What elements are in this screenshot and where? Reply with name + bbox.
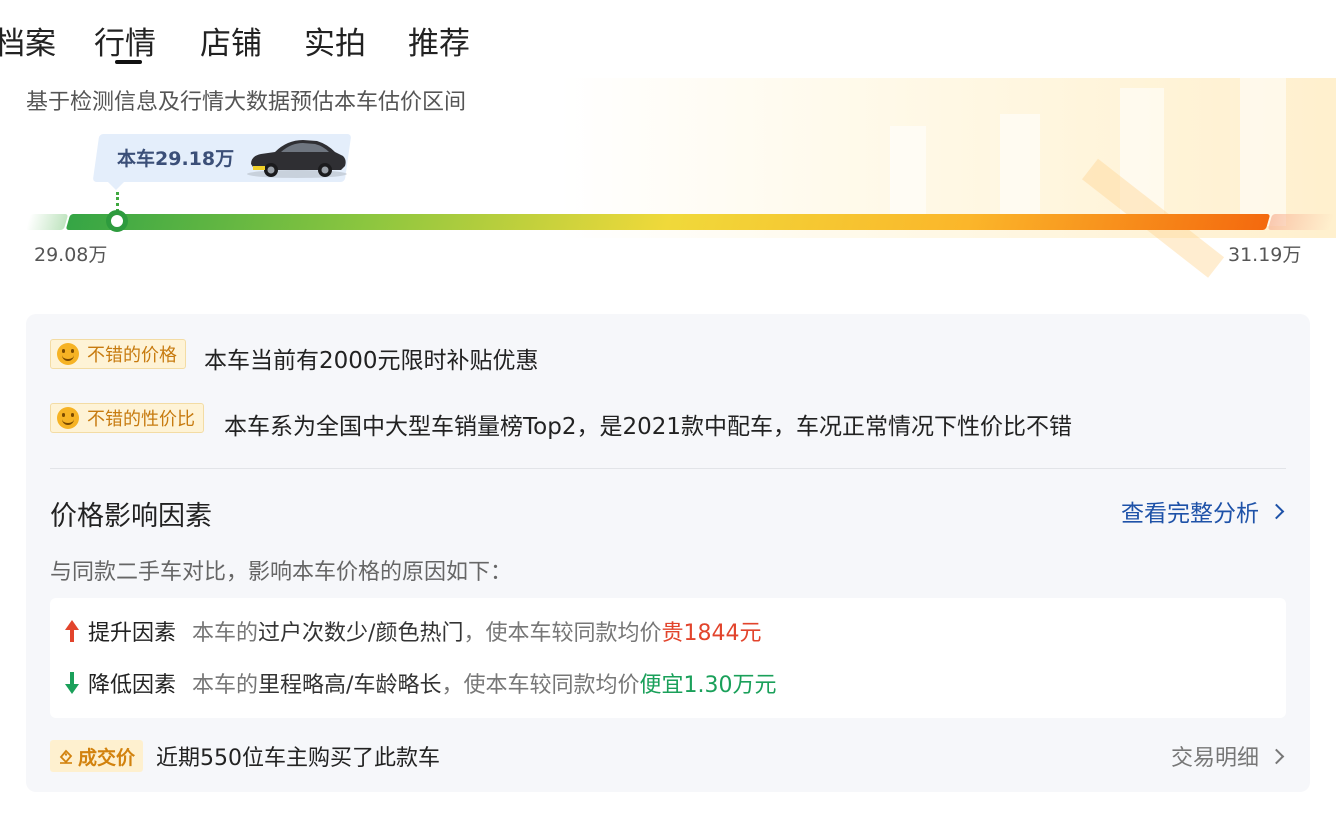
- chevron-right-icon: [1268, 503, 1285, 519]
- range-low-label: 29.08万: [34, 244, 108, 266]
- drop-factor-row: 降低因素 本车的 里程略高/车龄略长 ，使本车较同款均价 便宜1.30万元: [64, 668, 776, 698]
- highlight-text: 本车当前有2000元限时补贴优惠: [204, 348, 539, 374]
- tab-bar: 档案 行情 店铺 实拍 推荐: [0, 0, 1336, 76]
- rise-factor-row: 提升因素 本车的 过户次数少/颜色热门 ，使本车较同款均价 贵1844元: [64, 616, 761, 646]
- transaction-details-link[interactable]: 交易明细: [1171, 740, 1286, 772]
- highlight-text: 本车系为全国中大型车销量榜Top2，是2021款中配车，车况正常情况下性价比不错: [224, 414, 1072, 440]
- good-price-badge: 不错的价格: [50, 339, 186, 369]
- chevron-right-icon: [1268, 748, 1285, 764]
- car-price-label: 本车29.18万: [117, 148, 235, 170]
- tab-photos[interactable]: 实拍: [304, 18, 366, 63]
- comparison-note: 与同款二手车对比，影响本车价格的原因如下：: [50, 560, 513, 585]
- rise-factor-label: 提升因素: [88, 621, 177, 646]
- range-bar-fade-left: [25, 214, 69, 230]
- drop-middle: ，使本车较同款均价: [441, 673, 640, 698]
- price-tag-icon: [59, 749, 73, 764]
- active-tab-indicator: [115, 60, 142, 64]
- rise-reason: 过户次数少/颜色热门: [258, 621, 464, 646]
- smile-icon: [57, 343, 79, 365]
- price-analysis-card: 不错的价格 本车当前有2000元限时补贴优惠 不错的性价比 本车系为全国中大型车…: [26, 314, 1310, 792]
- full-analysis-label: 查看完整分析: [1121, 501, 1259, 527]
- car-thumbnail-icon: [247, 140, 347, 178]
- good-value-badge: 不错的性价比: [50, 403, 204, 433]
- arrow-up-icon: [64, 620, 80, 642]
- factors-box: 提升因素 本车的 过户次数少/颜色热门 ，使本车较同款均价 贵1844元 降低因…: [50, 598, 1286, 718]
- drop-effect: 便宜1.30万元: [639, 673, 777, 698]
- rise-effect: 贵1844元: [661, 621, 762, 646]
- badge-label: 不错的价格: [87, 345, 177, 366]
- estimate-subtitle: 基于检测信息及行情大数据预估本车估价区间: [26, 90, 467, 115]
- price-factors-title: 价格影响因素: [50, 501, 212, 532]
- full-analysis-link[interactable]: 查看完整分析: [1121, 494, 1286, 528]
- range-high-label: 31.19万: [1228, 244, 1302, 266]
- deal-badge-label: 成交价: [78, 746, 136, 769]
- smile-icon: [57, 407, 79, 429]
- badge-label: 不错的性价比: [87, 409, 195, 430]
- price-estimate-section: 基于检测信息及行情大数据预估本车估价区间 本车29.18万 29.08万 31.…: [0, 76, 1336, 278]
- transaction-details-label: 交易明细: [1170, 746, 1259, 771]
- rise-middle: ，使本车较同款均价: [463, 621, 662, 646]
- marker-dotted-line: [116, 192, 119, 212]
- rise-prefix: 本车的: [192, 621, 259, 646]
- price-tag-pointer: [106, 180, 126, 190]
- price-range-bar: [65, 214, 1271, 230]
- tab-archive[interactable]: 档案: [0, 18, 56, 63]
- tab-market[interactable]: 行情: [94, 18, 156, 63]
- drop-reason: 里程略高/车龄略长: [258, 673, 442, 698]
- range-bar-fade-right: [1267, 214, 1335, 230]
- drop-prefix: 本车的: [192, 673, 259, 698]
- drop-factor-label: 降低因素: [88, 673, 177, 698]
- deal-price-badge: 成交价: [50, 740, 144, 772]
- tab-store[interactable]: 店铺: [200, 18, 262, 63]
- arrow-down-icon: [64, 672, 80, 694]
- divider: [50, 468, 1286, 469]
- deal-summary-text: 近期550位车主购买了此款车: [156, 746, 440, 771]
- tab-recommend[interactable]: 推荐: [408, 18, 470, 63]
- car-price-marker: [106, 210, 128, 232]
